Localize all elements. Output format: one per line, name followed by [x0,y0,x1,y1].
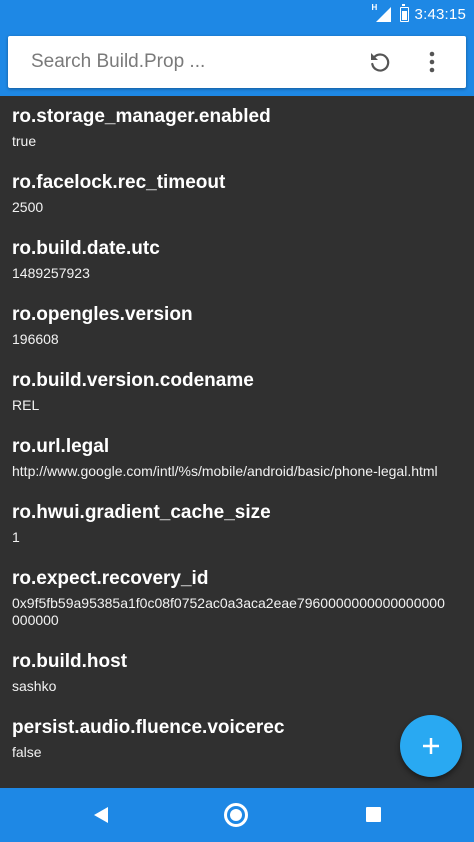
prop-value: 1489257923 [12,265,90,281]
prop-value: 1 [12,529,20,545]
status-bar: H 3:43:15 [0,0,474,28]
list-item[interactable]: ro.expect.recovery_id 0x9f5fb59a95385a1f… [0,558,474,629]
cell-signal-icon: H [371,3,392,23]
build-prop-list: ro.storage_manager.enabled true ro.facel… [0,96,474,788]
list-item[interactable]: ro.build.host sashko [0,641,474,695]
list-item[interactable]: ro.build.version.codename REL [0,360,474,414]
more-options-button[interactable] [422,48,442,76]
toolbar: Search Build.Prop ... [0,28,474,96]
prop-value: sashko [12,678,57,694]
prop-key: ro.opengles.version [12,304,193,325]
prop-key: persist.audio.fluence.voicerec [12,717,285,738]
search-input[interactable]: Search Build.Prop ... [31,36,205,88]
more-vert-icon [429,51,435,73]
prop-key: ro.url.legal [12,436,110,457]
prop-key: ro.facelock.rec_timeout [12,172,226,193]
list-item[interactable]: ro.facelock.rec_timeout 2500 [0,162,474,216]
prop-value: REL [12,397,40,413]
refresh-icon [371,53,390,72]
recent-apps-icon[interactable] [366,807,381,822]
add-prop-button[interactable] [400,715,462,777]
refresh-button[interactable] [366,48,394,76]
prop-value: 2500 [12,199,44,215]
back-icon[interactable] [92,806,110,824]
prop-key: ro.build.version.codename [12,370,254,391]
prop-key: ro.hwui.gradient_cache_size [12,502,271,523]
list-item[interactable]: ro.build.date.utc 1489257923 [0,228,474,282]
list-item[interactable]: ro.hwui.gradient_cache_size 1 [0,492,474,546]
plus-icon [423,738,439,754]
prop-value: http://www.google.com/intl/%s/mobile/and… [12,463,438,479]
prop-value: 196608 [12,331,59,347]
prop-key: ro.build.date.utc [12,238,160,259]
prop-key: ro.expect.recovery_id [12,568,209,589]
prop-key: ro.build.host [12,651,128,672]
prop-value: 0x9f5fb59a95385a1f0c08f0752ac0a3aca2eae7… [12,595,445,628]
network-type-label: H [371,3,378,12]
list-item[interactable]: ro.opengles.version 196608 [0,294,474,348]
navigation-bar [0,788,474,842]
search-bar[interactable]: Search Build.Prop ... [8,36,466,88]
list-item[interactable]: ro.url.legal http://www.google.com/intl/… [0,426,474,480]
battery-icon [399,3,409,22]
list-item[interactable]: ro.storage_manager.enabled true [0,96,474,150]
prop-key: ro.storage_manager.enabled [12,106,271,127]
home-icon[interactable] [224,803,248,827]
prop-value: false [12,744,42,760]
status-time: 3:43:15 [414,5,466,23]
prop-value: true [12,133,37,149]
status-icons: H 3:43:15 [371,0,466,28]
